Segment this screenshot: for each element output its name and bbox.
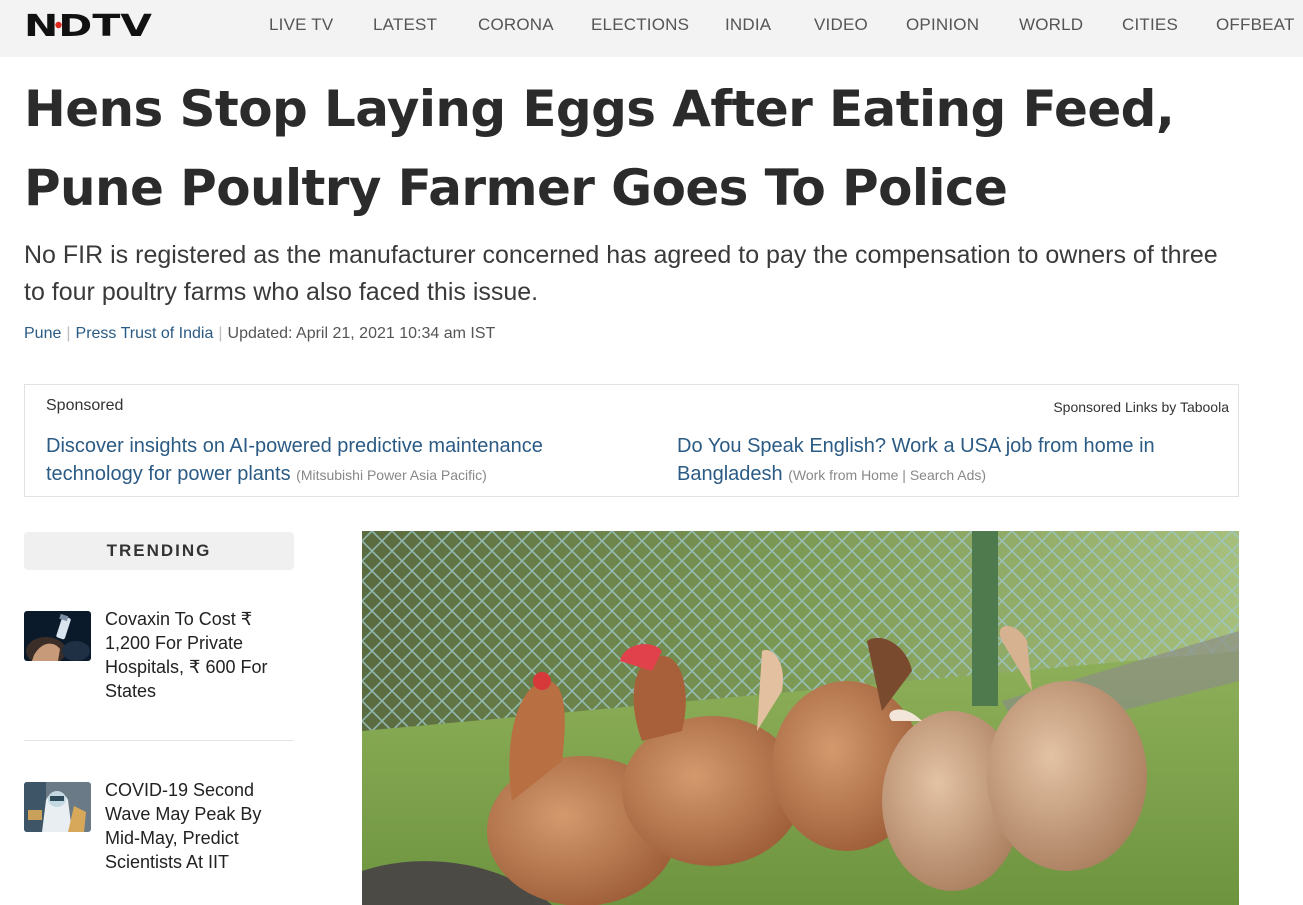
logo-red-dot: [55, 21, 62, 29]
sponsored-link[interactable]: Do You Speak English? Work a USA job fro…: [677, 432, 1237, 489]
nav-live-tv[interactable]: LIVE TV: [269, 15, 333, 35]
byline-separator: |: [66, 325, 71, 342]
byline-source-link[interactable]: Press Trust of India: [76, 325, 214, 342]
byline-separator: |: [218, 325, 223, 342]
nav-elections[interactable]: ELECTIONS: [591, 15, 689, 35]
sponsored-link-source: (Mitsubishi Power Asia Pacific): [296, 467, 487, 483]
byline-updated-time: Updated: April 21, 2021 10:34 am IST: [227, 325, 496, 342]
byline-location-link[interactable]: Pune: [24, 325, 61, 342]
nav-india[interactable]: INDIA: [725, 15, 771, 35]
top-navigation-bar: NDTV LIVE TV LATEST CORONA ELECTIONS IND…: [0, 0, 1303, 57]
ndtv-logo-text: NDTV: [24, 11, 153, 39]
vaccine-vial-thumbnail[interactable]: [24, 611, 91, 661]
taboola-attribution[interactable]: Sponsored Links by Taboola: [1053, 399, 1229, 415]
ppe-health-worker-thumbnail[interactable]: [24, 782, 91, 832]
article-subheadline: No FIR is registered as the manufacturer…: [24, 241, 1218, 306]
trending-item-title[interactable]: Covaxin To Cost ₹ 1,200 For Private Hosp…: [105, 607, 290, 703]
nav-offbeat[interactable]: OFFBEAT: [1216, 15, 1295, 35]
nav-world[interactable]: WORLD: [1019, 15, 1083, 35]
trending-heading: TRENDING: [24, 532, 294, 570]
hens-photo: [362, 531, 1239, 905]
trending-divider: [24, 740, 294, 741]
nav-latest[interactable]: LATEST: [373, 15, 437, 35]
sponsored-link-source: (Work from Home | Search Ads): [788, 467, 987, 483]
nav-video[interactable]: VIDEO: [814, 15, 868, 35]
ndtv-logo[interactable]: NDTV: [24, 11, 154, 39]
sponsored-label: Sponsored: [46, 397, 124, 414]
article-headline: Hens Stop Laying Eggs After Eating Feed,…: [24, 80, 1175, 217]
nav-corona[interactable]: CORONA: [478, 15, 554, 35]
article-hero-image: [362, 531, 1239, 905]
trending-item-title[interactable]: COVID-19 Second Wave May Peak By Mid-May…: [105, 778, 290, 874]
article-byline: Pune | Press Trust of India | Updated: April…: [24, 325, 495, 343]
nav-opinion[interactable]: OPINION: [906, 15, 979, 35]
sponsored-link[interactable]: Discover insights on AI-powered predicti…: [46, 432, 606, 489]
nav-cities[interactable]: CITIES: [1122, 15, 1178, 35]
sponsored-links-box: Sponsored Sponsored Links by Taboola Dis…: [24, 384, 1239, 497]
